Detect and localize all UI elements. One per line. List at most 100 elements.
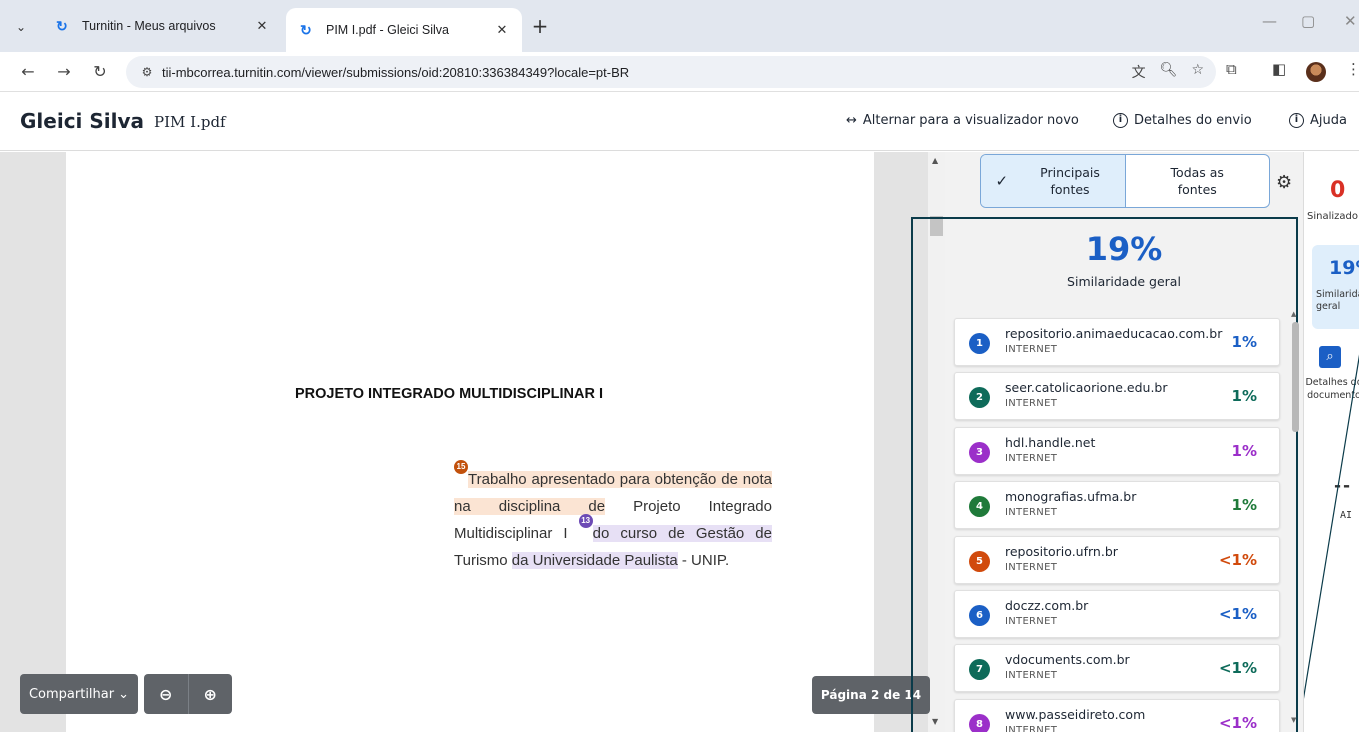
close-icon[interactable]: ✕ <box>490 22 514 38</box>
source-type: INTERNET <box>1005 398 1058 410</box>
help-link[interactable]: i Ajuda <box>1289 113 1347 128</box>
source-number-badge: 5 <box>969 550 990 572</box>
source-percent: 1% <box>1231 441 1257 460</box>
source-list: 1 repositorio.animaeducacao.com.br INTER… <box>954 318 1280 732</box>
matched-text-source-13[interactable]: da Universidade Paulista <box>511 552 678 569</box>
source-number-badge: 8 <box>969 713 990 732</box>
source-domain: seer.catolicaorione.edu.br <box>1005 380 1168 396</box>
site-settings-icon[interactable]: ⚙ <box>132 65 162 79</box>
document-viewer: PROJETO INTEGRADO MULTIDISCIPLINAR I 15T… <box>0 152 945 732</box>
source-percent: 1% <box>1231 387 1257 406</box>
scroll-up-icon[interactable]: ▲ <box>1291 310 1296 318</box>
forward-button[interactable]: → <box>52 60 76 84</box>
document-paragraph: 15Trabalho apresentado para obtenção de … <box>454 460 772 574</box>
right-rail: 0 Sinalizado 19% Similaridade geral ⌕ De… <box>1303 152 1359 732</box>
zoom-in-button[interactable]: ⊕ <box>187 674 233 714</box>
scroll-up-icon[interactable]: ▲ <box>932 156 938 165</box>
toggle-primary-label: Principais fontes <box>1040 165 1100 197</box>
document-page: PROJETO INTEGRADO MULTIDISCIPLINAR I 15T… <box>66 152 874 732</box>
extensions-icon[interactable]: ⧉ <box>1226 60 1237 78</box>
source-item[interactable]: 1 repositorio.animaeducacao.com.br INTER… <box>954 318 1280 366</box>
match-marker-13[interactable]: 13 <box>578 514 593 528</box>
toggle-all-label: Todas as fontes <box>1170 165 1224 197</box>
close-icon[interactable]: ✕ <box>250 18 274 34</box>
source-percent: <1% <box>1218 713 1257 732</box>
browser-tab-bar: ⌄ ↻ Turnitin - Meus arquivos ✕ ↻ PIM I.p… <box>0 0 1359 52</box>
source-percent: <1% <box>1218 550 1257 569</box>
share-label: Compartilhar <box>28 686 115 702</box>
source-item[interactable]: 5 repositorio.ufrn.br INTERNET <1% <box>954 535 1280 584</box>
zoom-in-icon: ⊕ <box>203 684 217 704</box>
source-domain: doczz.com.br <box>1005 597 1089 613</box>
source-item[interactable]: 6 doczz.com.br INTERNET <1% <box>954 589 1280 638</box>
source-type: INTERNET <box>1005 452 1058 464</box>
arrow-left-icon: ← <box>21 62 35 81</box>
browser-menu-icon[interactable]: ⋮ <box>1346 60 1359 78</box>
source-type: INTERNET <box>1005 615 1058 627</box>
source-item[interactable]: 8 www.passeidireto.com INTERNET <1% <box>954 698 1280 732</box>
tab-search-button[interactable]: ⌄ <box>8 14 34 40</box>
restore-window-button[interactable]: ▢ <box>1301 12 1315 30</box>
back-button[interactable]: ← <box>16 60 40 84</box>
browser-tab-my-files[interactable]: ↻ Turnitin - Meus arquivos ✕ <box>42 8 282 44</box>
turnitin-favicon-icon: ↻ <box>300 21 312 38</box>
source-domain: www.passeidireto.com <box>1005 706 1146 722</box>
source-number-badge: 6 <box>969 604 990 626</box>
source-percent: 1% <box>1231 333 1257 351</box>
reload-icon: ↻ <box>93 62 107 81</box>
side-panel-icon[interactable]: ◧ <box>1272 60 1286 78</box>
file-name: PIM I.pdf <box>154 113 226 131</box>
match-marker-15[interactable]: 15 <box>454 460 468 474</box>
zoom-icon[interactable]: 🔍︎ <box>1160 62 1178 82</box>
arrow-right-icon: → <box>57 62 71 81</box>
source-item[interactable]: 3 hdl.handle.net INTERNET 1% <box>954 426 1280 475</box>
source-number-badge: 2 <box>969 387 990 409</box>
profile-avatar[interactable] <box>1306 62 1326 82</box>
url-text[interactable]: tii-mbcorrea.turnitin.com/viewer/submiss… <box>162 65 1132 80</box>
source-type: INTERNET <box>1005 724 1058 732</box>
translate-icon[interactable]: 文 <box>1132 62 1146 82</box>
check-icon: ✓ <box>995 171 1009 190</box>
zoom-out-button[interactable]: ⊖ <box>144 674 188 714</box>
browser-tab-pim-pdf[interactable]: ↻ PIM I.pdf - Gleici Silva ✕ <box>286 8 522 52</box>
toggle-all-sources[interactable]: Todas as fontes <box>1126 155 1270 207</box>
source-domain: vdocuments.com.br <box>1005 652 1130 668</box>
swap-arrows-icon: ↔ <box>846 113 857 128</box>
source-number-badge: 4 <box>969 496 990 518</box>
bookmark-star-icon[interactable]: ☆ <box>1191 62 1204 82</box>
close-window-button[interactable]: ✕ <box>1344 12 1357 30</box>
source-item[interactable]: 2 seer.catolicaorione.edu.br INTERNET 1% <box>954 372 1280 421</box>
new-tab-button[interactable]: + <box>528 14 552 38</box>
source-percent: 1% <box>1231 496 1257 515</box>
plus-icon: + <box>531 14 549 38</box>
source-type: INTERNET <box>1005 507 1058 519</box>
zoom-controls: ⊖ ⊕ <box>144 674 232 714</box>
address-bar[interactable]: ⚙ tii-mbcorrea.turnitin.com/viewer/submi… <box>126 56 1216 88</box>
scrollbar-thumb[interactable] <box>1292 322 1299 432</box>
app-header: Gleici Silva PIM I.pdf ↔ Alternar para a… <box>0 93 1359 151</box>
turnitin-favicon-icon: ↻ <box>56 17 68 34</box>
gear-icon[interactable]: ⚙ <box>1276 172 1292 193</box>
matched-text-source-13[interactable]: do curso de Gestão de <box>592 525 772 542</box>
info-icon: i <box>1113 113 1128 128</box>
share-button[interactable]: Compartilhar ⌄ <box>20 674 138 714</box>
scroll-down-icon[interactable]: ▼ <box>1291 716 1296 724</box>
switch-viewer-label: Alternar para a visualizador novo <box>862 113 1079 128</box>
help-label: Ajuda <box>1310 113 1347 128</box>
toggle-primary-sources[interactable]: ✓ Principais fontes <box>981 155 1126 207</box>
source-list-scrollbar[interactable]: ▲ ▼ <box>1290 310 1300 732</box>
overall-similarity-label: Similaridade geral <box>1067 274 1181 289</box>
student-name: Gleici Silva <box>20 109 145 133</box>
document-title: PROJETO INTEGRADO MULTIDISCIPLINAR I <box>295 386 604 402</box>
switch-viewer-link[interactable]: ↔ Alternar para a visualizador novo <box>846 113 1079 128</box>
submission-details-link[interactable]: i Detalhes do envio <box>1113 113 1252 128</box>
source-item[interactable]: 4 monografias.ufma.br INTERNET 1% <box>954 481 1280 530</box>
overall-similarity-percent: 19% <box>1085 230 1163 268</box>
source-number-badge: 7 <box>969 659 990 681</box>
source-item[interactable]: 7 vdocuments.com.br INTERNET <1% <box>954 644 1280 693</box>
minimize-window-button[interactable]: — <box>1262 12 1277 30</box>
source-domain: monografias.ufma.br <box>1005 489 1137 505</box>
plain-text: Turismo <box>454 552 512 569</box>
reload-button[interactable]: ↻ <box>88 60 112 84</box>
submission-details-label: Detalhes do envio <box>1134 113 1252 128</box>
